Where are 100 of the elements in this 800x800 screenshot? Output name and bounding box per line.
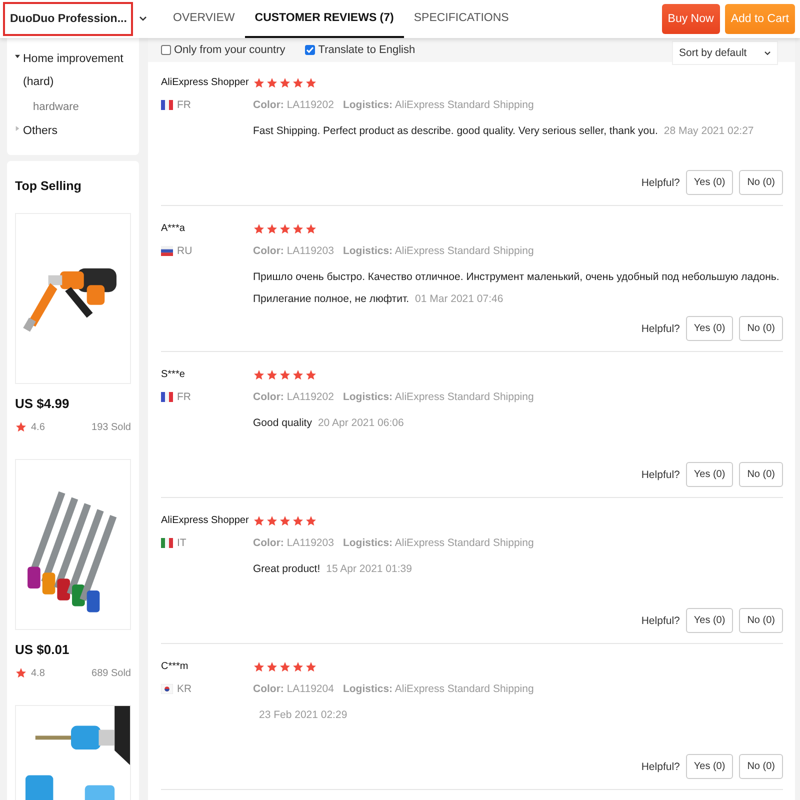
logistics-label: Logistics:	[342, 537, 393, 549]
logistics-label: Logistics:	[342, 245, 393, 257]
star-icon	[305, 77, 317, 89]
no-button[interactable]: No (0)	[739, 462, 783, 487]
star-icon	[279, 369, 291, 381]
helpful-label: Helpful?	[641, 468, 680, 480]
no-button[interactable]: No (0)	[739, 754, 783, 779]
helpful-label: Helpful?	[641, 176, 680, 188]
star-icon	[266, 77, 278, 89]
sold-count: 193 Sold	[92, 422, 131, 432]
flag-icon	[161, 538, 173, 548]
product-rating: 4.8	[31, 668, 45, 678]
review-text: Fast Shipping. Perfect product as describe. good quality. Very serious seller, thank you. 28 May 2021 02:27	[253, 124, 755, 139]
star-icon	[292, 223, 304, 235]
product-rating: 4.6	[31, 422, 45, 432]
star-icon	[292, 661, 304, 673]
color-label: Color:	[253, 245, 284, 257]
buy-now-button[interactable]: Buy Now	[662, 4, 720, 34]
tab[interactable]: SPECIFICATIONS	[404, 0, 519, 38]
star-icon	[292, 515, 304, 527]
sold-count: 689 Sold	[92, 668, 131, 678]
product-price: US $4.99	[15, 396, 70, 411]
review-text: Пришло очень быстро. Качество отличное. Инструмент маленький, очень удобный под небольшую ладонь. Прилегание полное, не люфтит. 01 Mar 2021 07:46	[253, 270, 780, 307]
star-icon	[305, 661, 317, 673]
star-icon	[292, 77, 304, 89]
star-icon	[253, 661, 265, 673]
chevron-down-icon	[764, 50, 771, 56]
no-button[interactable]: No (0)	[739, 608, 783, 633]
chevron-down-icon[interactable]	[139, 16, 147, 22]
country-code: RU	[177, 245, 192, 257]
logistics-value: AliExpress Standard Shipping	[394, 683, 534, 695]
star-icon	[279, 77, 291, 89]
reviewer-name: A***a	[161, 222, 185, 236]
logistics-label: Logistics:	[342, 683, 393, 695]
review-text: Great product! 15 Apr 2021 01:39	[253, 562, 413, 577]
color-value: LA119203	[286, 537, 334, 549]
reviewer-name: S***e	[161, 368, 185, 382]
no-button[interactable]: No (0)	[739, 316, 783, 341]
flag-icon	[161, 100, 173, 110]
star-icon	[253, 369, 265, 381]
color-value: LA119202	[286, 99, 334, 111]
star-icon	[253, 77, 265, 89]
filter-checkbox[interactable]: Only from your country	[161, 44, 286, 56]
star-icon	[266, 515, 278, 527]
no-button[interactable]: No (0)	[739, 170, 783, 195]
logistics-value: AliExpress Standard Shipping	[394, 537, 534, 549]
tab[interactable]: OVERVIEW	[163, 0, 245, 38]
flag-icon	[161, 392, 173, 402]
star-icon	[266, 661, 278, 673]
color-value: LA119203	[286, 245, 334, 257]
star-icon	[292, 369, 304, 381]
helpful-label: Helpful?	[641, 322, 680, 334]
star-icon	[15, 667, 27, 679]
color-label: Color:	[253, 683, 284, 695]
star-icon	[15, 421, 27, 433]
reviewer-name: AliExpress Shopper	[161, 76, 249, 90]
color-label: Color:	[253, 537, 284, 549]
color-value: LA119204	[286, 683, 334, 695]
country-code: KR	[177, 683, 192, 695]
star-icon	[279, 661, 291, 673]
star-icon	[253, 515, 265, 527]
reviewer-name: C***m	[161, 660, 188, 674]
logistics-value: AliExpress Standard Shipping	[394, 99, 534, 111]
star-icon	[279, 515, 291, 527]
star-icon	[266, 369, 278, 381]
logistics-value: AliExpress Standard Shipping	[394, 391, 534, 403]
country-code: IT	[177, 537, 186, 549]
logistics-label: Logistics:	[342, 99, 393, 111]
product-price: US $0.01	[15, 642, 70, 657]
review-text: 23 Feb 2021 02:29	[258, 708, 348, 723]
star-icon	[305, 369, 317, 381]
color-value: LA119202	[286, 391, 334, 403]
filter-checkbox[interactable]: Translate to English	[305, 44, 416, 56]
yes-button[interactable]: Yes (0)	[686, 170, 734, 195]
yes-button[interactable]: Yes (0)	[686, 754, 734, 779]
yes-button[interactable]: Yes (0)	[686, 608, 734, 633]
category-link[interactable]: Home improvement (hard)	[23, 48, 131, 94]
logistics-value: AliExpress Standard Shipping	[394, 245, 534, 257]
store-name-button[interactable]: DuoDuo Profession...	[3, 2, 133, 36]
star-icon	[305, 223, 317, 235]
country-code: FR	[177, 99, 191, 111]
star-icon	[266, 223, 278, 235]
star-icon	[253, 223, 265, 235]
helpful-label: Helpful?	[641, 614, 680, 626]
yes-button[interactable]: Yes (0)	[686, 462, 734, 487]
yes-button[interactable]: Yes (0)	[686, 316, 734, 341]
reviewer-name: AliExpress Shopper	[161, 514, 249, 528]
section-title: Top Selling	[15, 179, 82, 193]
category-link[interactable]: Others	[23, 120, 131, 143]
flag-icon	[161, 684, 173, 694]
subcategory-link[interactable]: hardware	[15, 96, 131, 118]
sort-dropdown[interactable]: Sort by default	[672, 41, 778, 65]
color-label: Color:	[253, 391, 284, 403]
color-label: Color:	[253, 99, 284, 111]
star-icon	[279, 223, 291, 235]
helpful-label: Helpful?	[641, 760, 680, 772]
star-icon	[305, 515, 317, 527]
flag-icon	[161, 246, 173, 256]
country-code: FR	[177, 391, 191, 403]
logistics-label: Logistics:	[342, 391, 393, 403]
